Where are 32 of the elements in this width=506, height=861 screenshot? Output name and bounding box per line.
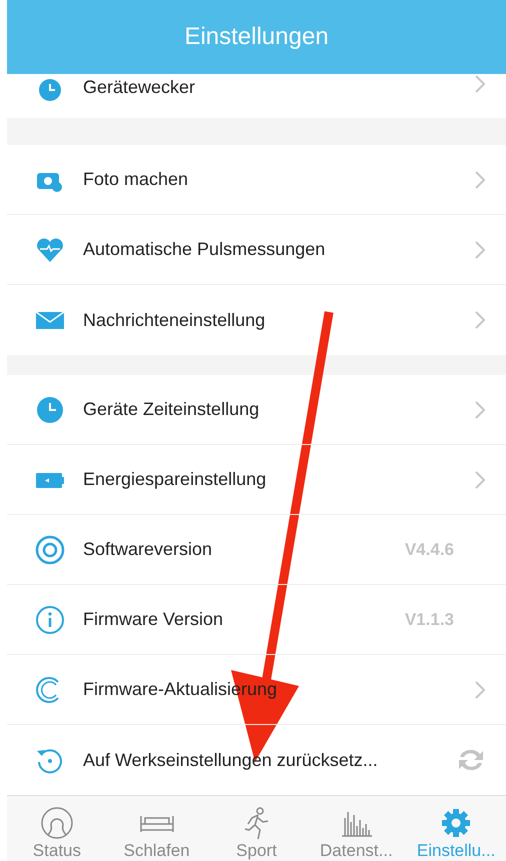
- version-value: V4.4.6: [404, 538, 454, 561]
- target-icon: [35, 534, 65, 564]
- settings-row[interactable]: Firmware Version V1.1.3: [7, 585, 506, 655]
- chevron-right-icon: [474, 74, 486, 94]
- chevron-right-icon: [474, 470, 486, 490]
- row-label: Energiespareinstellung: [83, 468, 268, 491]
- version-value: V1.1.3: [404, 608, 454, 631]
- row-label: Firmware Version: [83, 608, 224, 631]
- row-label: Geräte Zeiteinstellung: [83, 398, 260, 421]
- chevron-right-icon: [474, 310, 486, 330]
- chevron-right-icon: [474, 680, 486, 700]
- clock-icon: [35, 394, 65, 424]
- settings-row[interactable]: Auf Werkseinstellungen zurücksetz...: [7, 725, 506, 795]
- header-title: Einstellungen: [184, 22, 329, 52]
- info-icon: [35, 604, 65, 634]
- row-label: Softwareversion: [83, 538, 214, 561]
- row-label: Gerätewecker: [83, 76, 196, 99]
- row-label: Auf Werkseinstellungen zurücksetz...: [83, 748, 379, 772]
- settings-row[interactable]: Automatische Pulsmessungen: [7, 215, 506, 285]
- row-label: Automatische Pulsmessungen: [83, 238, 326, 261]
- chevron-right-icon: [474, 400, 486, 420]
- settings-row[interactable]: Softwareversion V4.4.6: [7, 515, 506, 585]
- row-label: Foto machen: [83, 168, 190, 191]
- chevron-right-icon: [474, 240, 486, 260]
- settings-row[interactable]: Geräte Zeiteinstellung: [7, 375, 506, 445]
- chevron-right-icon: [474, 170, 486, 190]
- settings-row[interactable]: Nachrichteneinstellung: [7, 285, 506, 355]
- row-label: Nachrichteneinstellung: [83, 308, 266, 332]
- settings-row[interactable]: Energiespareinstellung: [7, 445, 506, 515]
- settings-row[interactable]: Foto machen: [7, 145, 506, 215]
- sync-icon: [456, 747, 486, 773]
- settings-row[interactable]: Gerätewecker: [7, 74, 506, 118]
